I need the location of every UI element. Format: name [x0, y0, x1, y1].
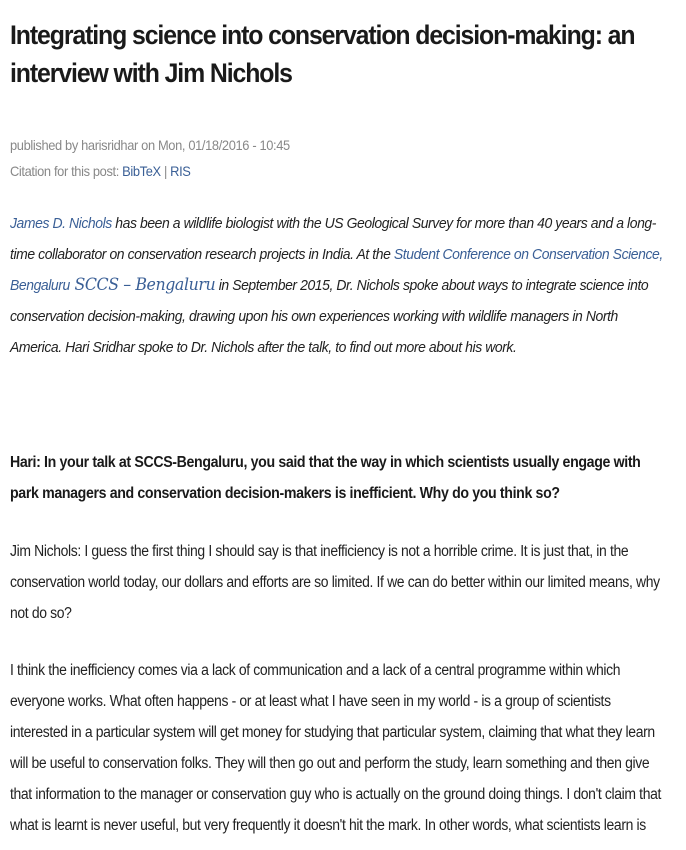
citation-label: Citation for this post: [10, 163, 123, 179]
bibtex-link[interactable]: BibTeX [122, 163, 161, 179]
article-title: Integrating science into conservation de… [10, 20, 636, 88]
article-meta: published by harisridhar on Mon, 01/18/2… [10, 132, 672, 184]
interview-question: Hari: In your talk at SCCS-Bengaluru, yo… [10, 454, 641, 502]
interview-answer-2: I think the inefficiency comes via a lac… [10, 662, 662, 834]
intro-paragraph: James D. Nichols has been a wildlife bio… [10, 208, 672, 363]
published-line: published by harisridhar on Mon, 01/18/2… [10, 132, 672, 158]
nichols-link[interactable]: James D. Nichols [10, 215, 112, 232]
author-name: harisridhar [81, 137, 138, 153]
citation-line: Citation for this post: BibTeX | RIS [10, 158, 672, 184]
published-date: on Mon, 01/18/2016 - 10:45 [137, 137, 290, 153]
citation-separator: | [160, 163, 171, 179]
interview-answer-1: Jim Nichols: I guess the first thing I s… [10, 543, 660, 622]
sccs-link[interactable]: SCCS – Bengaluru [70, 275, 215, 295]
ris-link[interactable]: RIS [170, 163, 191, 179]
published-prefix: published by [10, 137, 82, 153]
article-page: Integrating science into conservation de… [0, 0, 686, 850]
